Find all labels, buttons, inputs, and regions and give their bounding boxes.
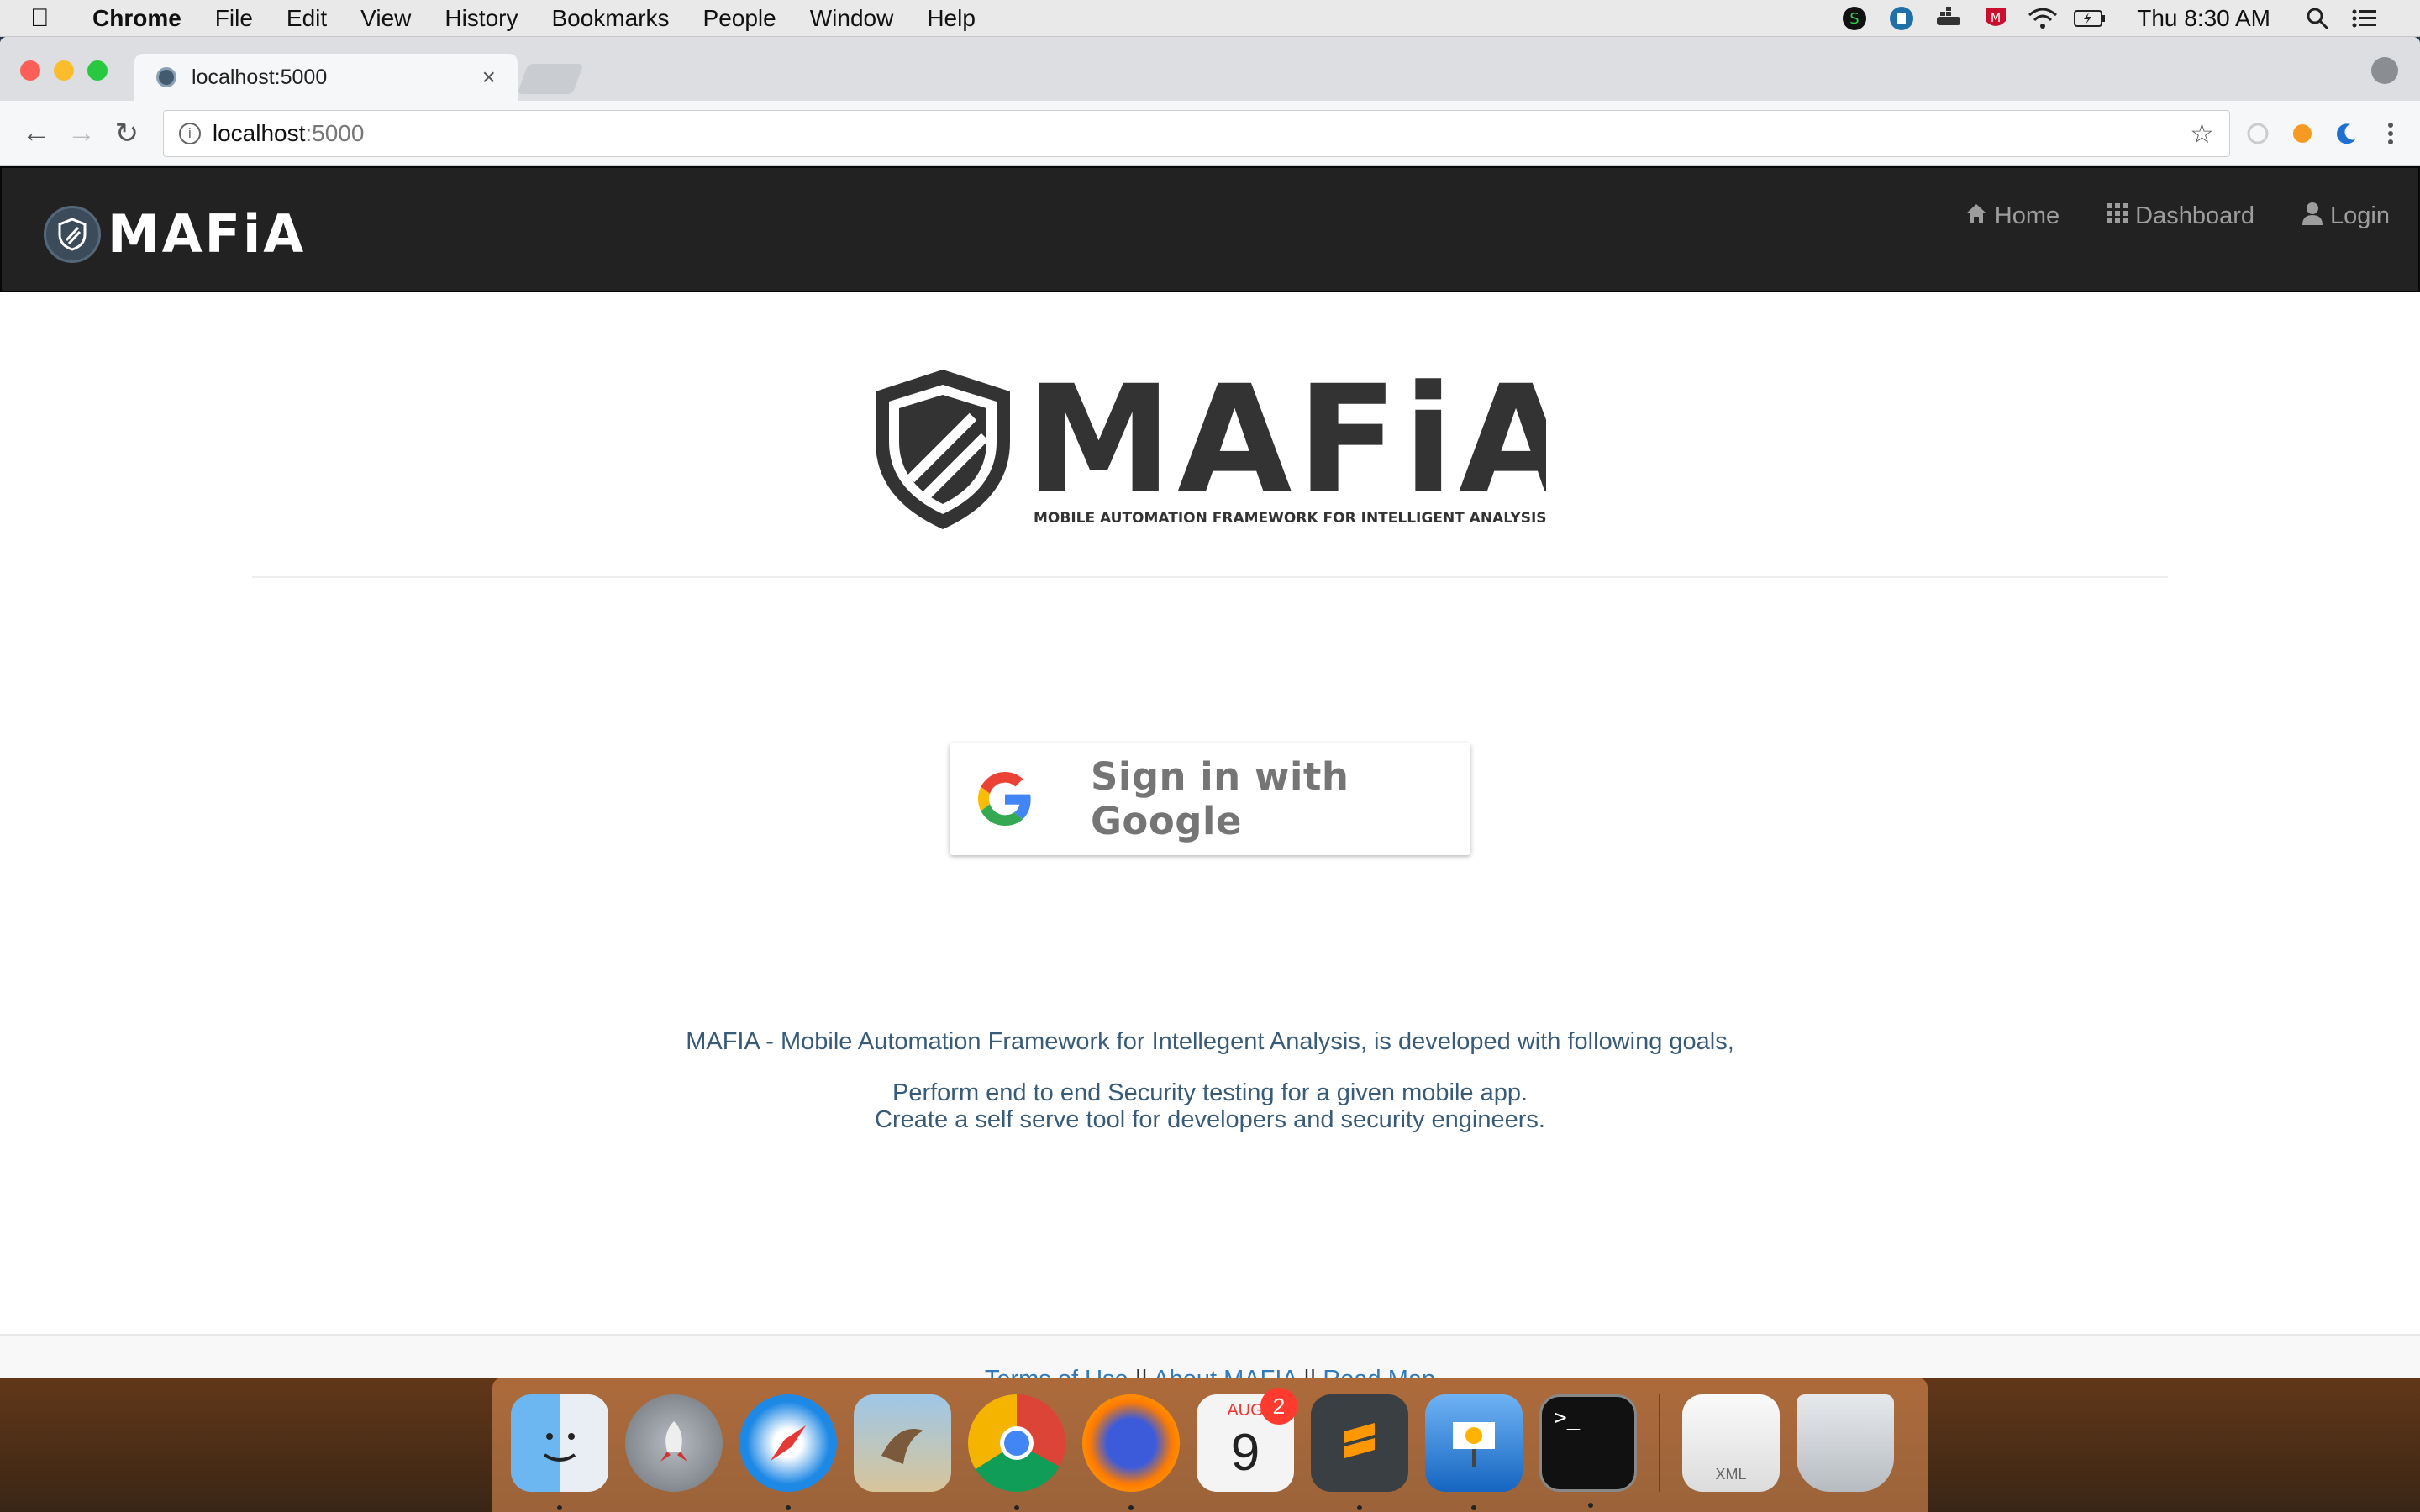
- tab-favicon-icon: [156, 67, 176, 87]
- calendar-day: 9: [1230, 1424, 1260, 1482]
- nav-home-label: Home: [1994, 202, 2060, 229]
- google-signin-button[interactable]: Sign in with Google: [950, 743, 1470, 855]
- extension-swirl-icon[interactable]: [2242, 117, 2275, 150]
- finder-icon[interactable]: [511, 1394, 608, 1510]
- site-navbar: MAFiA Home Dashboard Login: [0, 166, 2420, 292]
- nav-home-link[interactable]: Home: [1965, 202, 2060, 231]
- spotlight-search-icon[interactable]: [2301, 5, 2334, 32]
- menu-edit[interactable]: Edit: [287, 5, 327, 32]
- hero-logo-text: MAFiA: [1025, 365, 1546, 526]
- google-g-icon: [978, 772, 1032, 826]
- menu-bar:  Chrome File Edit View History Bookmark…: [0, 0, 2420, 37]
- nav-login-link[interactable]: Login: [2302, 202, 2390, 231]
- menu-app-name[interactable]: Chrome: [92, 5, 182, 32]
- browser-toolbar: ← → ↻ i localhost:5000 ☆: [0, 101, 2420, 166]
- site-info-icon[interactable]: i: [178, 122, 201, 144]
- chrome-icon[interactable]: [968, 1394, 1065, 1510]
- terms-of-use-link[interactable]: Terms of Use: [985, 1366, 1128, 1378]
- browser-window: localhost:5000 × ← → ↻ i localhost:5000 …: [0, 37, 2420, 1378]
- xml-file-icon[interactable]: XML: [1682, 1394, 1780, 1492]
- grid-icon: [2107, 202, 2128, 230]
- extension-orange-icon[interactable]: [2286, 117, 2318, 150]
- goals-intro: MAFIA - Mobile Automation Framework for …: [686, 1028, 1734, 1055]
- new-tab-button[interactable]: [517, 64, 584, 94]
- site-footer: Terms of Use || About MAFIA || Road Map: [0, 1334, 2420, 1378]
- battery-icon[interactable]: [2073, 5, 2107, 32]
- hero-tagline: MOBILE AUTOMATION FRAMEWORK FOR INTELLIG…: [1034, 510, 1546, 527]
- firefox-icon[interactable]: [1082, 1394, 1180, 1510]
- minimize-window-button[interactable]: [54, 60, 74, 81]
- footer-separator: ||: [1128, 1366, 1154, 1378]
- web-page: MAFiA Home Dashboard Login MAFiA MOBILE …: [0, 166, 2420, 1378]
- tab-close-icon[interactable]: ×: [482, 64, 496, 91]
- back-arrow-icon[interactable]: ←: [13, 110, 59, 157]
- nav-dashboard-label: Dashboard: [2135, 202, 2255, 229]
- calendar-badge: 2: [1260, 1388, 1297, 1425]
- docker-status-icon[interactable]: [1932, 5, 1965, 32]
- tab-title: localhost:5000: [192, 65, 328, 89]
- nav-dashboard-link[interactable]: Dashboard: [2107, 202, 2254, 231]
- safari-icon[interactable]: [739, 1394, 837, 1510]
- apple-menu-icon[interactable]: : [30, 4, 64, 33]
- menu-people[interactable]: People: [703, 5, 776, 32]
- footer-separator: ||: [1297, 1366, 1323, 1378]
- window-controls: [20, 60, 121, 81]
- calendar-icon[interactable]: AUG 9 2: [1197, 1388, 1297, 1492]
- tab-strip: localhost:5000 ×: [0, 37, 2420, 101]
- mafia-hero-logo: MAFiA MOBILE AUTOMATION FRAMEWORK FOR IN…: [874, 354, 1573, 533]
- notification-center-icon[interactable]: [2348, 5, 2381, 32]
- reload-icon[interactable]: ↻: [104, 110, 150, 157]
- menu-file[interactable]: File: [215, 5, 253, 32]
- menu-history[interactable]: History: [445, 5, 518, 32]
- user-icon: [2302, 202, 2323, 231]
- brand-logo[interactable]: MAFiA: [44, 203, 306, 265]
- dock-separator: [1659, 1394, 1660, 1492]
- brand-name: MAFiA: [108, 203, 307, 265]
- hero-shield-icon: [876, 370, 1010, 529]
- close-window-button[interactable]: [20, 60, 40, 81]
- menu-bookmarks[interactable]: Bookmarks: [551, 5, 669, 32]
- google-signin-label: Sign in with Google: [1091, 754, 1349, 843]
- nav-login-label: Login: [2330, 202, 2390, 229]
- skype-status-icon[interactable]: S: [1838, 5, 1871, 32]
- forward-arrow-icon[interactable]: →: [59, 110, 104, 157]
- extension-moon-icon[interactable]: [2330, 117, 2363, 150]
- svg-text:M: M: [1991, 12, 2001, 25]
- wifi-icon[interactable]: [2026, 5, 2060, 32]
- launchpad-icon[interactable]: [625, 1394, 723, 1492]
- road-map-link[interactable]: Road Map: [1323, 1366, 1435, 1378]
- nav-links: Home Dashboard Login: [1918, 202, 2390, 231]
- menu-clock[interactable]: Thu 8:30 AM: [2137, 5, 2270, 32]
- svg-text:S: S: [1850, 10, 1860, 28]
- profile-icon[interactable]: [2371, 57, 2398, 84]
- trash-icon[interactable]: [1797, 1394, 1894, 1492]
- bookmark-star-icon[interactable]: ☆: [2190, 118, 2214, 150]
- url-port: :5000: [305, 119, 365, 146]
- sublime-text-icon[interactable]: [1311, 1394, 1408, 1510]
- about-mafia-link[interactable]: About MAFIA: [1153, 1366, 1297, 1378]
- xml-file-label: XML: [1715, 1466, 1747, 1483]
- app-status-icon[interactable]: [1885, 5, 1918, 32]
- menu-view[interactable]: View: [360, 5, 411, 32]
- menu-help[interactable]: Help: [927, 5, 976, 32]
- chrome-menu-icon[interactable]: [2374, 117, 2407, 150]
- keynote-icon[interactable]: [1425, 1394, 1523, 1510]
- dock: AUG 9 2 >_ XML: [492, 1378, 1928, 1512]
- menu-window[interactable]: Window: [810, 5, 894, 32]
- mail-icon[interactable]: [854, 1394, 951, 1492]
- goal-item: Create a self serve tool for developers …: [875, 1106, 1545, 1133]
- shield-icon: [44, 205, 101, 263]
- zoom-window-button[interactable]: [87, 60, 108, 81]
- mcafee-status-icon[interactable]: M: [1979, 5, 2012, 32]
- status-area: S M Thu 8:30 AM: [1838, 5, 2395, 32]
- hero-divider: [252, 576, 2168, 578]
- address-bar[interactable]: i localhost:5000 ☆: [162, 109, 2230, 157]
- goals-section: MAFIA - Mobile Automation Framework for …: [0, 1028, 2420, 1133]
- tab-localhost[interactable]: localhost:5000 ×: [134, 54, 518, 101]
- url-host: localhost: [212, 119, 306, 146]
- terminal-icon[interactable]: >_: [1539, 1394, 1637, 1508]
- home-icon: [1965, 202, 1988, 230]
- goal-item: Perform end to end Security testing for …: [892, 1079, 1528, 1106]
